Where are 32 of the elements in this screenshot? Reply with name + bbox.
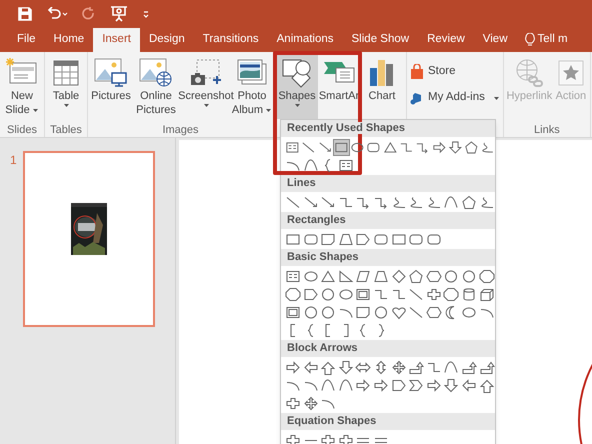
group-label: Slides bbox=[7, 123, 37, 137]
ribbon-tab[interactable]: Transitions bbox=[194, 28, 268, 52]
ribbon-tab[interactable]: Insert bbox=[93, 28, 140, 52]
new-slide-button[interactable]: New Slide bbox=[2, 55, 42, 119]
ribbon-tab[interactable]: Review bbox=[418, 28, 474, 52]
shapes-button[interactable]: Shapes bbox=[276, 55, 318, 119]
slide-number: 1 bbox=[10, 152, 17, 169]
ribbon-tab[interactable]: Slide Show bbox=[342, 28, 418, 52]
screenshot-button[interactable]: Screenshot bbox=[180, 55, 232, 119]
section-title: Recently Used Shapes bbox=[287, 122, 405, 134]
ribbon-tab[interactable]: View bbox=[474, 28, 516, 52]
online-pictures-button[interactable]: Online Pictures bbox=[133, 55, 179, 119]
ribbon-tab[interactable]: Design bbox=[140, 28, 194, 52]
section-title: Lines bbox=[287, 177, 316, 189]
add-ins-button[interactable]: My Add-ins bbox=[410, 87, 500, 109]
pictures-button[interactable]: Pictures bbox=[90, 55, 132, 119]
ribbon-tab[interactable]: Home bbox=[44, 28, 94, 52]
smartart-button[interactable]: SmartAr bbox=[319, 55, 359, 119]
section-title: Block Arrows bbox=[287, 342, 358, 354]
ribbon-tab[interactable]: Animations bbox=[268, 28, 343, 52]
section-title: Basic Shapes bbox=[287, 251, 359, 263]
section-title: Rectangles bbox=[287, 214, 346, 226]
table-button[interactable]: Table bbox=[47, 55, 85, 119]
group-label: Images bbox=[162, 123, 199, 137]
tell-me-field[interactable]: Tell m bbox=[538, 31, 568, 49]
section-title: Equation Shapes bbox=[287, 415, 376, 427]
chart-button[interactable]: Chart bbox=[360, 55, 404, 119]
photo-album-button[interactable]: Photo Album bbox=[233, 55, 271, 119]
ribbon-tab[interactable]: File bbox=[8, 28, 45, 52]
group-label: Tables bbox=[50, 123, 82, 137]
store-button[interactable]: Store bbox=[410, 61, 500, 83]
group-label: Links bbox=[534, 123, 560, 137]
